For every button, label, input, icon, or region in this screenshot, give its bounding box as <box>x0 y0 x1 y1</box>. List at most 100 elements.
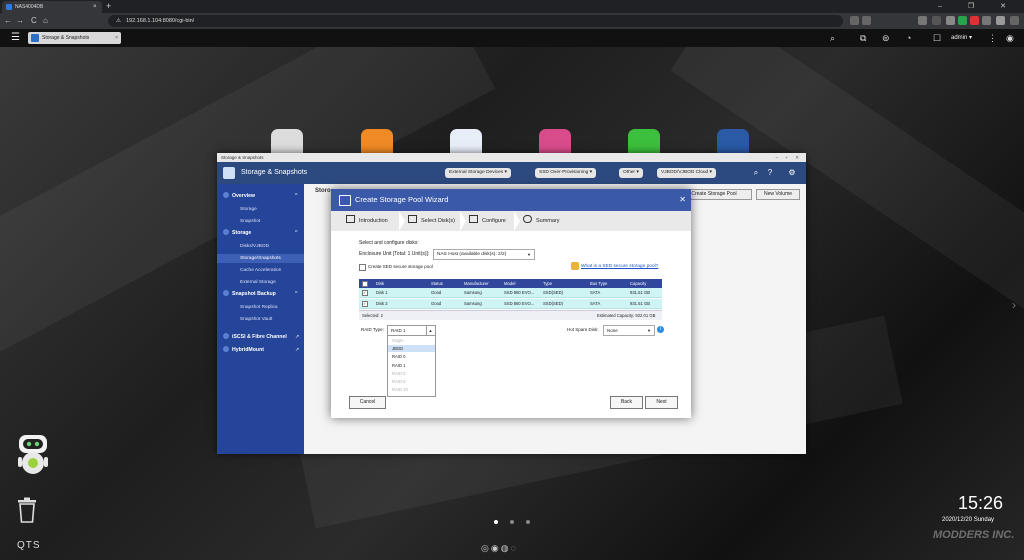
column-header[interactable]: Capacity <box>630 279 646 288</box>
forward-button[interactable]: → <box>16 15 24 27</box>
next-button[interactable]: Next <box>645 396 678 409</box>
user-menu[interactable]: admin ▾ <box>951 32 972 44</box>
bookmark-icon[interactable] <box>850 16 859 25</box>
sidebar-group-iscsi-fibre-channel[interactable]: iSCSI & Fibre Channel ↗ <box>223 333 299 342</box>
back-button[interactable]: Back <box>610 396 643 409</box>
qboost-robot-icon[interactable] <box>14 433 52 477</box>
sidebar-group-snapshot-backup[interactable]: Snapshot Backup ^ <box>223 290 297 299</box>
event-notifications-icon[interactable]: ◔ <box>906 32 911 44</box>
chevron-icon[interactable]: ^ <box>295 192 297 201</box>
table-row[interactable]: ✓ Disk 2 Good Samsung SSD 860 EVO... SSD(SED… <box>359 299 662 309</box>
ssd-over-provisioning-button[interactable]: SSD Over-Provisioning ▾ <box>535 168 597 178</box>
sidebar-group-label: iSCSI & Fibre Channel <box>232 334 287 340</box>
new-tab-button[interactable]: + <box>106 0 111 13</box>
other-button[interactable]: Other ▾ <box>619 168 643 178</box>
column-header[interactable]: Status <box>431 279 443 288</box>
sidebar-item-storage[interactable]: Storage <box>217 205 304 214</box>
select-all-checkbox[interactable] <box>362 281 368 287</box>
page-dot-3[interactable] <box>526 520 530 524</box>
extension-green-icon[interactable] <box>958 16 967 25</box>
vjbod-cloud-button[interactable]: VJBOD/VJBOD Cloud ▾ <box>657 168 716 178</box>
account-icon[interactable] <box>996 16 1005 25</box>
app-tab-storage[interactable]: Storage & Snapshots × <box>28 32 121 44</box>
new-volume-button[interactable]: New Volume <box>756 189 800 200</box>
sidebar-item-storage-snapshots[interactable]: Storage/Snapshots <box>217 254 304 263</box>
table-cell: Samsung <box>464 301 482 306</box>
enclosure-select[interactable]: NAS Host (available disk(s): 2/2) ▼ <box>433 249 535 260</box>
more-options-icon[interactable]: ⋮ <box>988 32 997 44</box>
search-icon[interactable]: ⌕ <box>830 32 835 44</box>
raid-option[interactable]: RAID 0 <box>388 353 435 360</box>
help-icon[interactable]: ? <box>765 168 775 178</box>
table-row[interactable]: ✓ Disk 1 Good Samsung SSD 860 EVO... SSD(SED… <box>359 288 662 298</box>
chevron-icon[interactable]: ^ <box>295 290 297 299</box>
raid-option-label: Single <box>392 338 404 343</box>
cancel-button[interactable]: Cancel <box>349 396 386 409</box>
address-toolbar: ← → C ⌂ ⚠ 192.168.1.104:8080/cgi-bin/ <box>0 13 1024 29</box>
raid-option[interactable]: JBOD <box>388 345 435 353</box>
extension-icon[interactable] <box>946 16 955 25</box>
chevron-up-icon: ▲ <box>426 326 434 335</box>
column-header[interactable]: Model <box>504 279 515 288</box>
column-header[interactable]: Type <box>543 279 552 288</box>
shield-icon[interactable] <box>862 16 871 25</box>
external-storage-devices-button[interactable]: External Storage Devices ▾ <box>445 168 511 178</box>
settings-gear-icon[interactable]: ⚙ <box>787 168 797 178</box>
column-header[interactable]: Bus Type <box>590 279 607 288</box>
next-page-arrow-icon[interactable]: › <box>1012 298 1016 312</box>
page-dot-2[interactable] <box>510 520 514 524</box>
sidebar-group-hybridmount[interactable]: HybridMount ↗ <box>223 346 299 355</box>
reload-button[interactable]: C <box>31 15 37 27</box>
row-checkbox[interactable]: ✓ <box>362 301 368 307</box>
column-header[interactable]: Disk <box>376 279 384 288</box>
sidebar-item-snapshot-vault[interactable]: Snapshot Vault <box>217 315 304 324</box>
sidebar-item-external-storage[interactable]: External Storage <box>217 278 304 287</box>
step-introduction: Introduction <box>346 211 388 231</box>
dashboard-icon[interactable]: ◉ <box>1006 32 1014 44</box>
dock-icons[interactable]: ◎◉◍◌ <box>481 542 543 554</box>
recycle-bin-icon[interactable] <box>17 497 37 523</box>
background-tasks-icon[interactable]: ⧉ <box>860 32 866 44</box>
hot-spare-select[interactable]: None ▼ <box>603 325 655 336</box>
content-title: Storo <box>315 188 331 194</box>
window-controls[interactable]: – ❐ ✕ <box>938 0 1018 13</box>
column-header[interactable]: Manufacturer <box>464 279 489 288</box>
sidebar-item-label: Storage <box>240 207 257 212</box>
browser-tab[interactable]: NAS4004DB × <box>2 1 102 13</box>
window-controls[interactable]: – + ✕ <box>776 153 802 162</box>
url-bar[interactable]: ⚠ 192.168.1.104:8080/cgi-bin/ <box>108 15 843 27</box>
sidebar-item-cache-acceleration[interactable]: Cache Acceleration <box>217 266 304 275</box>
close-icon[interactable]: ✕ <box>679 189 686 211</box>
raid-option[interactable]: RAID 1 <box>388 362 435 369</box>
chevron-icon[interactable]: ↗ <box>295 333 299 342</box>
close-tab-icon[interactable]: × <box>93 1 97 13</box>
external-device-icon[interactable]: ⊜ <box>882 32 890 44</box>
sed-checkbox-label: Create SED secure storage pool <box>368 264 433 269</box>
close-app-tab-icon[interactable]: × <box>115 32 118 44</box>
extension-icon-2[interactable] <box>982 16 991 25</box>
row-checkbox[interactable]: ✓ <box>362 290 368 296</box>
window-title-bar[interactable]: Storage & Snapshots – + ✕ <box>217 153 806 162</box>
search-icon[interactable]: ⌕ <box>751 168 761 178</box>
user-icon[interactable]: ☐ <box>933 32 941 44</box>
sidebar-item-snapshot-replica[interactable]: Snapshot Replica <box>217 303 304 312</box>
sidebar-item-disks-vjbod[interactable]: Disks/VJBOD <box>217 242 304 251</box>
info-icon[interactable]: i <box>657 326 664 333</box>
sidebar-item-label: Disks/VJBOD <box>240 244 270 249</box>
main-menu-icon[interactable]: ☰ <box>11 31 20 45</box>
sidebar-group-overview[interactable]: Overview ^ <box>223 192 297 201</box>
sidebar-group-storage[interactable]: Storage ^ <box>223 229 297 238</box>
menu-icon[interactable] <box>1010 16 1019 25</box>
back-button[interactable]: ← <box>4 15 12 27</box>
home-button[interactable]: ⌂ <box>43 15 48 27</box>
extension-red-icon[interactable] <box>970 16 979 25</box>
sidebar-icon[interactable] <box>932 16 941 25</box>
page-dot-1[interactable] <box>494 520 498 524</box>
chevron-icon[interactable]: ^ <box>295 229 297 238</box>
sed-help-link[interactable]: What is a SED secure storage pool? <box>581 264 658 269</box>
raid-option-label: RAID 1 <box>392 362 406 368</box>
sed-checkbox[interactable] <box>359 264 366 271</box>
sidebar-item-snapshot[interactable]: Snapshot <box>217 217 304 226</box>
chevron-icon[interactable]: ↗ <box>295 346 299 355</box>
library-icon[interactable] <box>918 16 927 25</box>
